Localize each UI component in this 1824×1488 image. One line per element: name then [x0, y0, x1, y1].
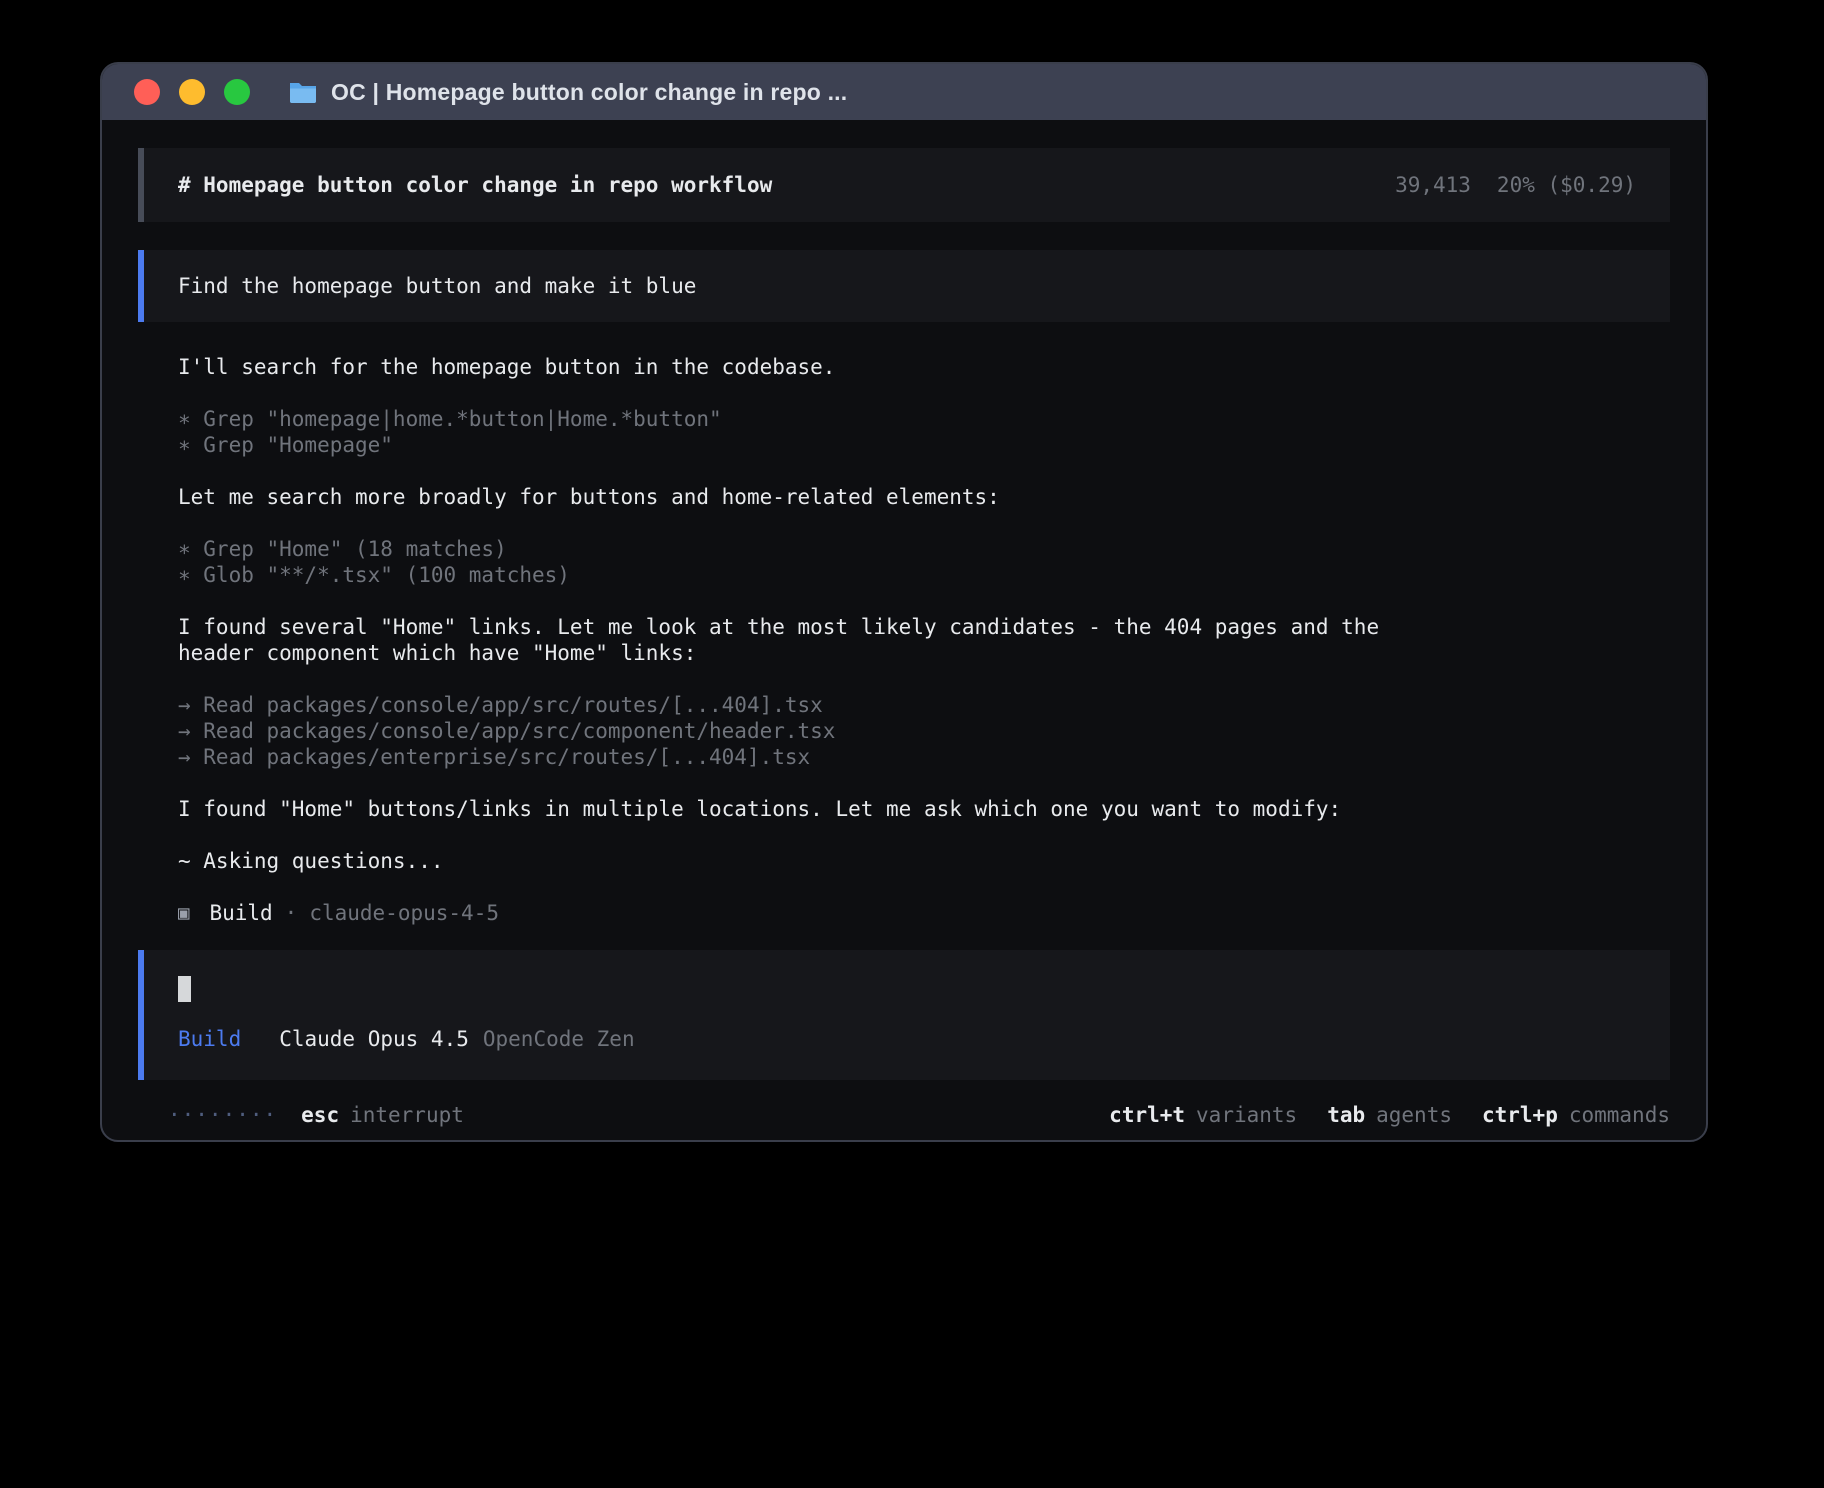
assistant-text: I found "Home" buttons/links in multiple… — [178, 796, 1418, 822]
tool-call-grep: ∗ Grep "Home" (18 matches) — [178, 536, 1418, 562]
close-button[interactable] — [134, 79, 160, 105]
status-bar: ········ esc interrupt ctrl+t variants t… — [138, 1102, 1670, 1128]
user-message-text: Find the homepage button and make it blu… — [178, 274, 696, 298]
agent-model: claude-opus-4-5 — [309, 900, 499, 926]
session-stats: 39,413 20% ($0.29) — [1395, 172, 1636, 198]
prompt-input[interactable]: Build Claude Opus 4.5 OpenCode Zen — [138, 950, 1670, 1080]
folder-icon — [288, 80, 318, 104]
text-cursor — [178, 976, 191, 1002]
desktop: OC | Homepage button color change in rep… — [0, 0, 1824, 1488]
assistant-text: Let me search more broadly for buttons a… — [178, 484, 1418, 510]
ctrl-t-key: ctrl+t — [1109, 1102, 1185, 1128]
assistant-transcript: I'll search for the homepage button in t… — [178, 354, 1418, 874]
input-meta: Build Claude Opus 4.5 OpenCode Zen — [178, 1026, 1636, 1052]
session-title: # Homepage button color change in repo w… — [178, 172, 772, 198]
tool-call-grep: ∗ Grep "Homepage" — [178, 432, 1418, 458]
mode-label[interactable]: Build — [178, 1026, 241, 1052]
model-label[interactable]: Claude Opus 4.5 — [279, 1026, 469, 1052]
agents-label: agents — [1376, 1102, 1452, 1128]
session-header: # Homepage button color change in repo w… — [138, 148, 1670, 222]
agent-icon: ▣ — [178, 900, 189, 926]
token-count: 39,413 — [1395, 172, 1471, 198]
context-cost: 20% ($0.29) — [1497, 172, 1636, 198]
esc-label: interrupt — [350, 1102, 464, 1128]
shortcut-esc: esc interrupt — [301, 1102, 464, 1128]
status-left: ········ esc interrupt — [168, 1102, 464, 1128]
tab-key: tab — [1327, 1102, 1365, 1128]
minimize-button[interactable] — [179, 79, 205, 105]
shortcut-agents: tab agents — [1327, 1102, 1452, 1128]
provider-label: OpenCode Zen — [483, 1026, 635, 1052]
shortcut-commands: ctrl+p commands — [1482, 1102, 1670, 1128]
status-right: ctrl+t variants tab agents ctrl+p comman… — [1109, 1102, 1670, 1128]
tool-call-read: → Read packages/console/app/src/routes/[… — [178, 692, 1418, 718]
commands-label: commands — [1569, 1102, 1670, 1128]
tool-call-read: → Read packages/console/app/src/componen… — [178, 718, 1418, 744]
terminal-window: OC | Homepage button color change in rep… — [100, 62, 1708, 1142]
terminal-content: # Homepage button color change in repo w… — [102, 120, 1706, 1128]
window-title: OC | Homepage button color change in rep… — [331, 79, 847, 106]
title-group: OC | Homepage button color change in rep… — [288, 79, 847, 106]
agent-separator: · — [285, 900, 298, 926]
traffic-lights — [134, 79, 250, 105]
assistant-text: I found several "Home" links. Let me loo… — [178, 614, 1418, 666]
spinner: ········ — [168, 1102, 277, 1128]
assistant-text: I'll search for the homepage button in t… — [178, 354, 1418, 380]
variants-label: variants — [1196, 1102, 1297, 1128]
esc-key: esc — [301, 1102, 339, 1128]
agent-status-row: ▣ Build · claude-opus-4-5 — [178, 900, 1670, 926]
titlebar: OC | Homepage button color change in rep… — [102, 64, 1706, 120]
tool-call-grep: ∗ Grep "homepage|home.*button|Home.*butt… — [178, 406, 1418, 432]
ctrl-p-key: ctrl+p — [1482, 1102, 1558, 1128]
user-message: Find the homepage button and make it blu… — [138, 250, 1670, 322]
zoom-button[interactable] — [224, 79, 250, 105]
agent-name: Build — [209, 900, 272, 926]
tool-call-read: → Read packages/enterprise/src/routes/[.… — [178, 744, 1418, 770]
tool-call-glob: ∗ Glob "**/*.tsx" (100 matches) — [178, 562, 1418, 588]
assistant-status-text: ~ Asking questions... — [178, 848, 1418, 874]
shortcut-variants: ctrl+t variants — [1109, 1102, 1297, 1128]
